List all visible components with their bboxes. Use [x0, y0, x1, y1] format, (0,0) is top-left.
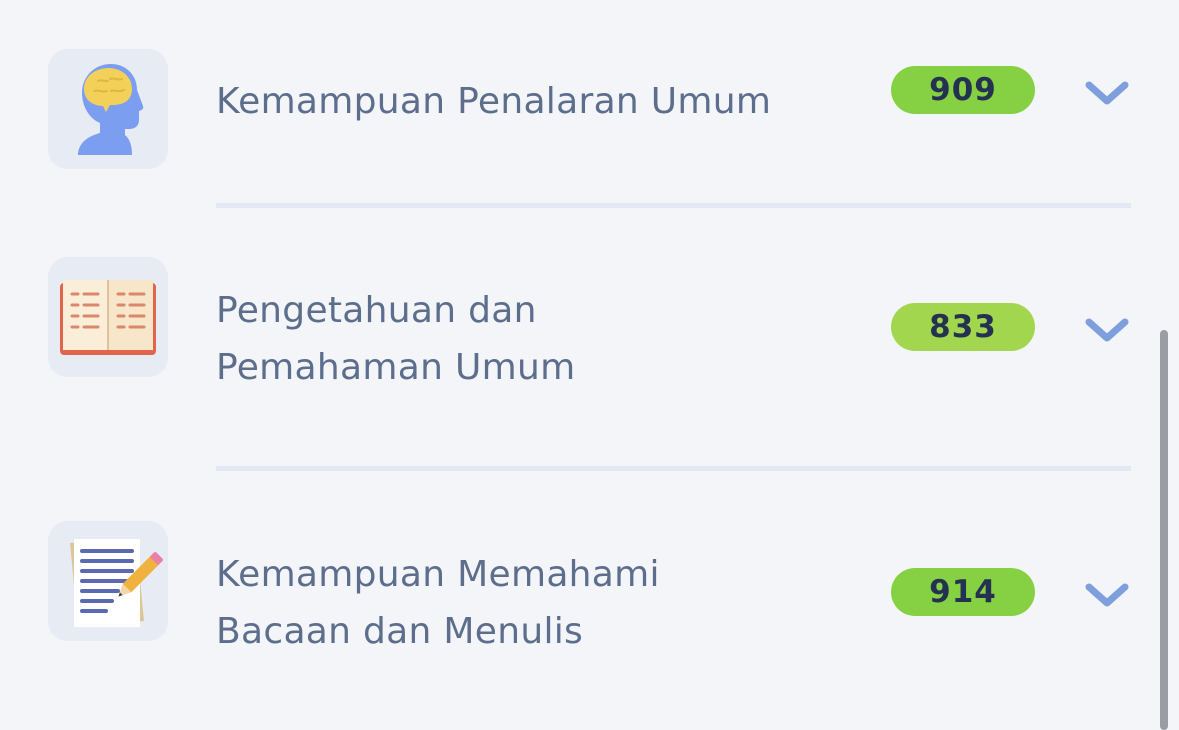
subtest-row-penalaran-umum[interactable]: Kemampuan Penalaran Umum 909 [0, 0, 1179, 200]
subtest-title: Kemampuan Penalaran Umum [216, 73, 836, 130]
subtest-title-line: Pemahaman Umum [216, 347, 576, 388]
subtest-title: Kemampuan Memahami Bacaan dan Menulis [216, 546, 836, 660]
subtest-title: Pengetahuan dan Pemahaman Umum [216, 282, 836, 396]
subtest-title-line: Pengetahuan dan [216, 290, 537, 331]
subtest-title-line: Kemampuan Memahami [216, 554, 660, 595]
subtest-row-pengetahuan-umum[interactable]: Pengetahuan dan Pemahaman Umum 833 [0, 208, 1179, 408]
subtest-icon-tile [48, 257, 168, 377]
subtest-icon-tile [48, 49, 168, 169]
scrollbar-thumb[interactable] [1160, 330, 1168, 730]
chevron-down-icon[interactable] [1083, 577, 1131, 611]
chevron-down-icon[interactable] [1083, 312, 1131, 346]
document-pencil-icon [70, 539, 163, 627]
subtest-title-line: Kemampuan Penalaran Umum [216, 81, 772, 122]
score-badge: 909 [891, 66, 1035, 114]
subtest-row-bacaan-menulis[interactable]: Kemampuan Memahami Bacaan dan Menulis 91… [0, 471, 1179, 671]
chevron-down-icon[interactable] [1083, 75, 1131, 109]
head-brain-icon [78, 64, 144, 155]
open-book-icon [60, 280, 156, 355]
subtest-icon-tile [48, 521, 168, 641]
subtest-title-line: Bacaan dan Menulis [216, 611, 584, 652]
score-badge: 914 [891, 568, 1035, 616]
score-badge: 833 [891, 303, 1035, 351]
subtest-score-list: Kemampuan Penalaran Umum 909 Pengetahuan… [0, 0, 1179, 720]
